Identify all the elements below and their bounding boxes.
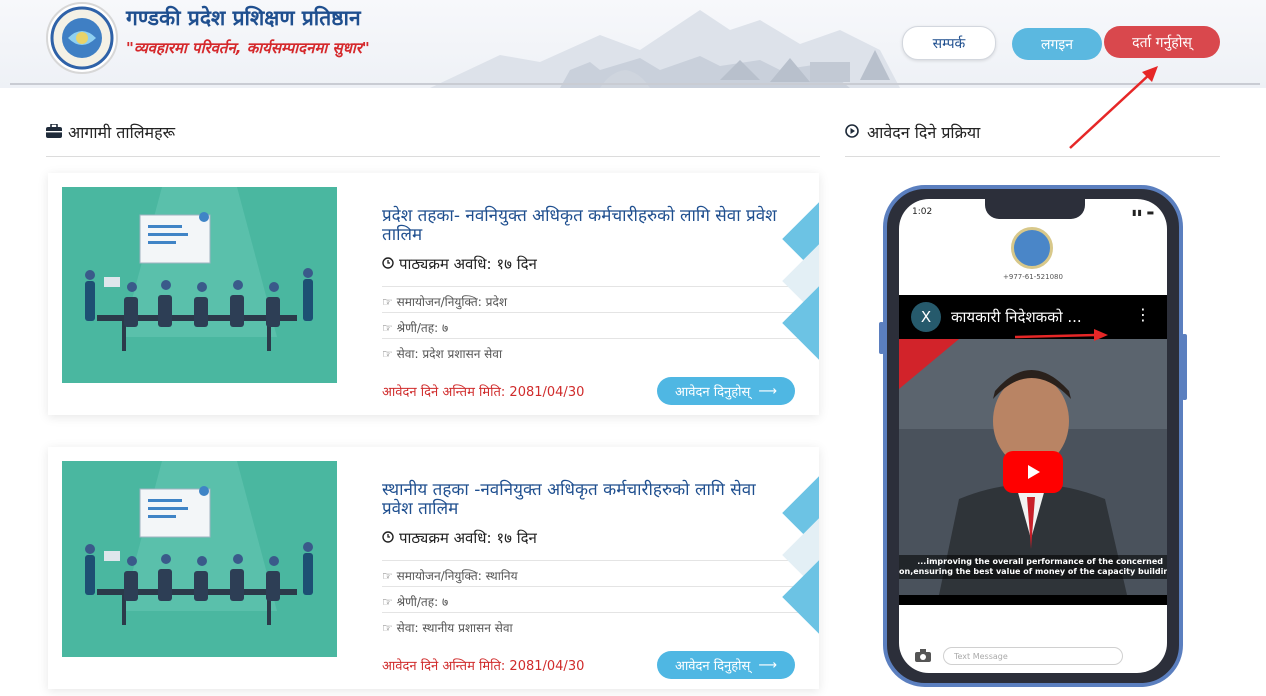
phone-time: 1:02 <box>912 207 933 217</box>
play-button-icon[interactable] <box>1003 451 1063 493</box>
hand-point-icon: ☞ <box>382 321 397 335</box>
training-title[interactable]: प्रदेश तहका- नवनियुक्त अधिकृत कर्मचारीहर… <box>382 207 787 245</box>
video-caption: ...improving the overall performance of … <box>899 555 1167 579</box>
service-text: सेवा: प्रदेश प्रशासन सेवा <box>396 347 503 361</box>
upcoming-trainings-title: आगामी तालिमहरू <box>68 123 176 142</box>
organization-slogan: "व्यवहारमा परिवर्तन, कार्यसम्पादनमा सुधा… <box>126 39 370 57</box>
apply-label: आवेदन दिनुहोस् <box>675 659 751 674</box>
training-illustration <box>62 187 337 383</box>
emblem-icon <box>50 6 114 70</box>
more-options-icon[interactable]: ⋮ <box>1135 307 1151 323</box>
upcoming-trainings-heading: आगामी तालिमहरू <box>46 121 175 143</box>
apply-label: आवेदन दिनुहोस् <box>675 385 751 400</box>
signal-battery-icon: ▮▮ ▬ <box>1132 208 1155 217</box>
section-divider <box>46 156 820 157</box>
caption-line: on,ensuring the best value of money of t… <box>899 567 1167 576</box>
login-button[interactable]: लगइन <box>1012 28 1102 60</box>
service-text: सेवा: स्थानीय प्रशासन सेवा <box>396 621 513 635</box>
apply-button[interactable]: आवेदन दिनुहोस् ⟶ <box>657 377 795 405</box>
apply-button[interactable]: आवेदन दिनुहोस् ⟶ <box>657 651 795 679</box>
appointment-text: समायोजन/नियुक्ति: प्रदेश <box>396 295 507 309</box>
process-heading: आवेदन दिने प्रक्रिया <box>845 121 980 143</box>
training-duration: पाठ्यक्रम अवधि: १७ दिन <box>382 528 537 548</box>
process-title: आवेदन दिने प्रक्रिया <box>867 123 981 142</box>
message-input[interactable]: Text Message <box>943 647 1123 665</box>
application-deadline: आवेदन दिने अन्तिम मिति: 2081/04/30 <box>382 385 585 400</box>
duration-text: पाठ्यक्रम अवधि: १७ दिन <box>399 529 537 547</box>
hand-point-icon: ☞ <box>382 295 397 309</box>
level-text: श्रेणी/तह: ७ <box>396 595 449 609</box>
phone-notch <box>985 199 1085 219</box>
training-card: प्रदेश तहका- नवनियुक्त अधिकृत कर्मचारीहर… <box>48 173 819 415</box>
section-divider <box>845 156 1220 157</box>
emblem-icon <box>1011 227 1053 269</box>
video-title[interactable]: कायकारी निदेशकको ... <box>951 307 1082 327</box>
site-header: गण्डकी प्रदेश प्रशिक्षण प्रतिष्ठान "व्यव… <box>0 0 1266 88</box>
appointment-row: ☞ समायोजन/नियुक्ति: स्थानिय <box>382 560 805 587</box>
video-header: X कायकारी निदेशकको ... ⋮ <box>899 295 1167 339</box>
appointment-text: समायोजन/नियुक्ति: स्थानिय <box>396 569 518 583</box>
phone-screen: 1:02 ▮▮ ▬ +977-61-521080 X कायकारी निदेश… <box>899 199 1167 673</box>
clock-icon <box>382 255 394 273</box>
phone-mockup: 1:02 ▮▮ ▬ +977-61-521080 X कायकारी निदेश… <box>883 185 1183 687</box>
header-divider <box>10 83 1260 85</box>
hand-point-icon: ☞ <box>382 569 397 583</box>
training-card: स्थानीय तहका -नवनियुक्त अधिकृत कर्मचारीह… <box>48 447 819 689</box>
level-row: ☞ श्रेणी/तह: ७ <box>382 586 805 613</box>
video-thumbnail[interactable]: ...improving the overall performance of … <box>899 339 1167 595</box>
hand-point-icon: ☞ <box>382 595 397 609</box>
play-circle-icon <box>845 123 859 142</box>
organization-name: गण्डकी प्रदेश प्रशिक्षण प्रतिष्ठान <box>126 6 361 30</box>
service-row: ☞ सेवा: स्थानीय प्रशासन सेवा <box>382 612 805 639</box>
register-button[interactable]: दर्ता गर्नुहोस् <box>1104 26 1220 58</box>
organization-logo[interactable] <box>46 2 118 74</box>
contact-button[interactable]: सम्पर्क <box>902 26 996 60</box>
hand-point-icon: ☞ <box>382 347 397 361</box>
level-row: ☞ श्रेणी/तह: ७ <box>382 312 805 339</box>
channel-badge[interactable]: X <box>911 302 941 332</box>
clock-icon <box>382 529 394 547</box>
video-player[interactable]: X कायकारी निदेशकको ... ⋮ ...improving th… <box>899 295 1167 605</box>
camera-icon[interactable] <box>915 647 931 666</box>
appointment-row: ☞ समायोजन/नियुक्ति: प्रदेश <box>382 286 805 313</box>
phone-number: +977-61-521080 <box>1003 273 1063 281</box>
training-duration: पाठ्यक्रम अवधि: १७ दिन <box>382 254 537 274</box>
level-text: श्रेणी/तह: ७ <box>396 321 449 335</box>
hand-point-icon: ☞ <box>382 621 397 635</box>
application-deadline: आवेदन दिने अन्तिम मिति: 2081/04/30 <box>382 659 585 674</box>
duration-text: पाठ्यक्रम अवधि: १७ दिन <box>399 255 537 273</box>
arrow-right-icon: ⟶ <box>758 657 777 673</box>
briefcase-icon <box>46 122 62 142</box>
caption-line: ...improving the overall performance of … <box>917 557 1163 566</box>
training-illustration <box>62 461 337 657</box>
service-row: ☞ सेवा: प्रदेश प्रशासन सेवा <box>382 338 805 365</box>
message-bar: Text Message <box>899 639 1167 673</box>
arrow-right-icon: ⟶ <box>758 383 777 399</box>
training-title[interactable]: स्थानीय तहका -नवनियुक्त अधिकृत कर्मचारीह… <box>382 481 787 519</box>
